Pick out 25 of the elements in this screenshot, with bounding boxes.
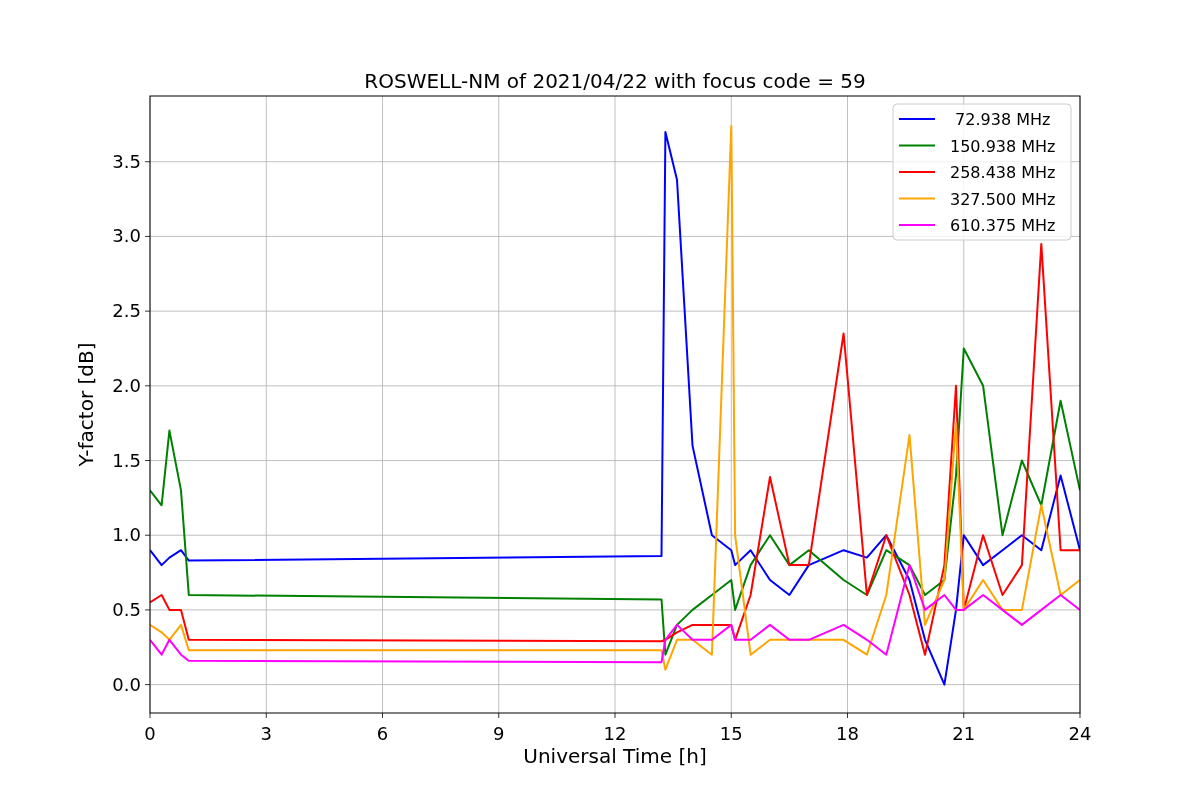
tick-label: 2.0	[112, 374, 141, 396]
tick-label: 18	[836, 723, 859, 744]
tick-label: 12	[603, 723, 627, 744]
tick-label: 6	[376, 723, 389, 744]
x-axis-label: Universal Time [h]	[523, 744, 707, 768]
tick-label: 0.0	[112, 673, 141, 695]
tick-label: 3	[260, 723, 272, 744]
tick-label: 24	[1068, 723, 1092, 744]
tick-label: 0.5	[112, 598, 141, 620]
tick-label: 0	[144, 723, 156, 744]
tick-label: 21	[952, 723, 976, 744]
tick-label: 15	[719, 723, 743, 744]
tick-label: 1.0	[112, 524, 141, 546]
chart-title: ROSWELL-NM of 2021/04/22 with focus code = 59	[364, 69, 866, 93]
legend-label: 72.938 MHz	[955, 110, 1051, 129]
y-axis-label: Y-factor [dB]	[74, 342, 98, 467]
tick-label: 3.5	[112, 150, 141, 172]
legend-label: 258.438 MHz	[950, 163, 1056, 182]
tick-label: 3.0	[112, 225, 141, 247]
legend-label: 327.500 MHz	[950, 189, 1056, 209]
tick-label: 2.5	[112, 300, 141, 322]
tick-label: 1.5	[112, 449, 141, 471]
tick-label: 9	[493, 723, 505, 744]
legend-label: 150.938 MHz	[950, 136, 1056, 156]
legend-label: 610.375 MHz	[950, 216, 1056, 235]
